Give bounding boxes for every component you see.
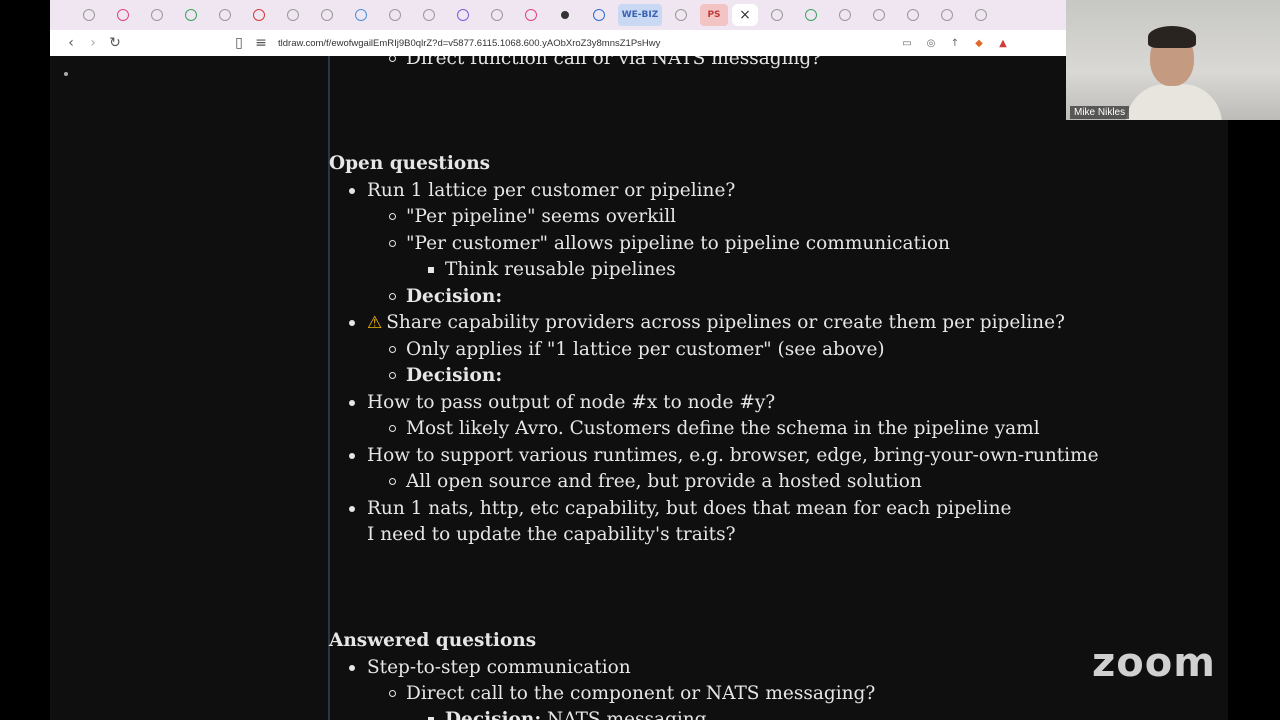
decision-item: Decision: NATS messaging	[428, 709, 707, 720]
tab-favicon-icon	[151, 9, 163, 21]
tab-favicon-icon	[805, 9, 817, 21]
tab[interactable]	[380, 4, 410, 26]
decision-item: Decision:	[388, 286, 503, 307]
list-item: ⚠ Share capability providers across pipel…	[349, 312, 1065, 333]
tab[interactable]	[346, 4, 376, 26]
tab[interactable]	[864, 4, 894, 26]
share-icon[interactable]: ↑	[948, 36, 962, 50]
participant-video-tile[interactable]: Mike Nikles	[1066, 0, 1280, 120]
extension-icon[interactable]: ◎	[924, 36, 938, 50]
tab[interactable]	[414, 4, 444, 26]
decision-item: Decision:	[388, 365, 503, 386]
tab-favicon-icon	[219, 9, 231, 21]
tab-favicon-icon	[117, 9, 129, 21]
list-item-continuation: I need to update the capability's traits…	[367, 524, 736, 545]
zoom-logo: zoom	[1092, 640, 1216, 686]
participant-name-label: Mike Nikles	[1070, 106, 1130, 119]
tab[interactable]	[932, 4, 962, 26]
tab-favicon-icon	[253, 9, 265, 21]
tab-favicon-icon	[593, 9, 605, 21]
list-item: Run 1 lattice per customer or pipeline?	[348, 180, 736, 201]
tab-favicon-icon	[873, 9, 885, 21]
tab[interactable]	[142, 4, 172, 26]
tab-close-button[interactable]: ×	[732, 4, 758, 26]
url-bar[interactable]: tldraw.com/f/ewofwgailEmRIj9B0qlrZ?d=v58…	[278, 38, 660, 49]
tab[interactable]	[244, 4, 274, 26]
shield-icon[interactable]: ◆	[972, 36, 986, 50]
tab[interactable]	[584, 4, 614, 26]
reload-icon[interactable]: ↻	[104, 35, 126, 51]
tab-ps[interactable]: PS	[700, 4, 728, 26]
tab[interactable]	[762, 4, 792, 26]
tab[interactable]	[898, 4, 928, 26]
list-item: Run 1 nats, http, etc capability, but do…	[348, 498, 1012, 519]
tab-favicon-icon	[561, 11, 569, 19]
tab[interactable]	[796, 4, 826, 26]
tab[interactable]	[516, 4, 546, 26]
list-item: Think reusable pipelines	[428, 259, 676, 280]
tab-favicon-icon	[83, 9, 95, 21]
tldraw-canvas[interactable]: Direct function call or via NATS messagi…	[50, 56, 1228, 720]
tab[interactable]	[176, 4, 206, 26]
cast-icon[interactable]: ▭	[900, 36, 914, 50]
tab-favicon-icon	[287, 9, 299, 21]
tab[interactable]	[482, 4, 512, 26]
tab-favicon-icon	[771, 9, 783, 21]
tab-favicon-icon	[907, 9, 919, 21]
list-item: How to support various runtimes, e.g. br…	[349, 445, 1099, 466]
tab[interactable]	[74, 4, 104, 26]
tab[interactable]	[448, 4, 478, 26]
list-item: "Per customer" allows pipeline to pipeli…	[389, 233, 950, 254]
tab-favicon-icon	[355, 9, 367, 21]
tab-favicon-icon	[675, 9, 687, 21]
tab-favicon-icon	[423, 9, 435, 21]
tab-favicon-icon	[491, 9, 503, 21]
participant-hair	[1148, 26, 1196, 48]
list-item: Direct call to the component or NATS mes…	[388, 683, 876, 704]
tab-favicon-icon	[389, 9, 401, 21]
tab-favicon-icon	[941, 9, 953, 21]
participant-body	[1126, 84, 1222, 120]
browser-toolbar: ‹ › ↻ ▯ ≡ tldraw.com/f/ewofwgailEmRIj9B0…	[50, 30, 1066, 56]
tab-favicon-icon	[525, 9, 537, 21]
tab-favicon-icon	[185, 9, 197, 21]
list-item: How to pass output of node #x to node #y…	[348, 392, 776, 413]
tab[interactable]	[966, 4, 996, 26]
site-settings-icon[interactable]: ≡	[250, 35, 272, 51]
tab[interactable]	[108, 4, 138, 26]
list-item: All open source and free, but provide a …	[389, 471, 922, 492]
list-item: Direct function call or via NATS messagi…	[388, 56, 821, 69]
forward-icon[interactable]: ›	[82, 35, 104, 51]
answered-questions-heading: Answered questions	[329, 630, 537, 651]
alert-icon[interactable]: ▲	[996, 36, 1010, 50]
open-questions-heading: Open questions	[329, 153, 491, 174]
warning-icon: ⚠	[367, 313, 383, 333]
tab[interactable]	[666, 4, 696, 26]
canvas-dot	[64, 72, 68, 76]
tab[interactable]	[550, 4, 580, 26]
list-item: Step-to-step communication	[349, 657, 631, 678]
tab-favicon-icon	[321, 9, 333, 21]
tab-favicon-icon	[457, 9, 469, 21]
list-item: Only applies if "1 lattice per customer"…	[389, 339, 885, 360]
back-icon[interactable]: ‹	[60, 35, 82, 51]
tab-favicon-icon	[975, 9, 987, 21]
tab-favicon-icon	[839, 9, 851, 21]
list-item: "Per pipeline" seems overkill	[388, 206, 677, 227]
tab[interactable]	[312, 4, 342, 26]
browser-tab-bar: WE-BIZ PS ×	[50, 0, 1066, 30]
bookmark-icon[interactable]: ▯	[228, 35, 250, 51]
tab[interactable]	[278, 4, 308, 26]
tab[interactable]	[830, 4, 860, 26]
tab[interactable]	[210, 4, 240, 26]
tab-we-biz[interactable]: WE-BIZ	[618, 4, 662, 26]
list-item: Most likely Avro. Customers define the s…	[389, 418, 1040, 439]
